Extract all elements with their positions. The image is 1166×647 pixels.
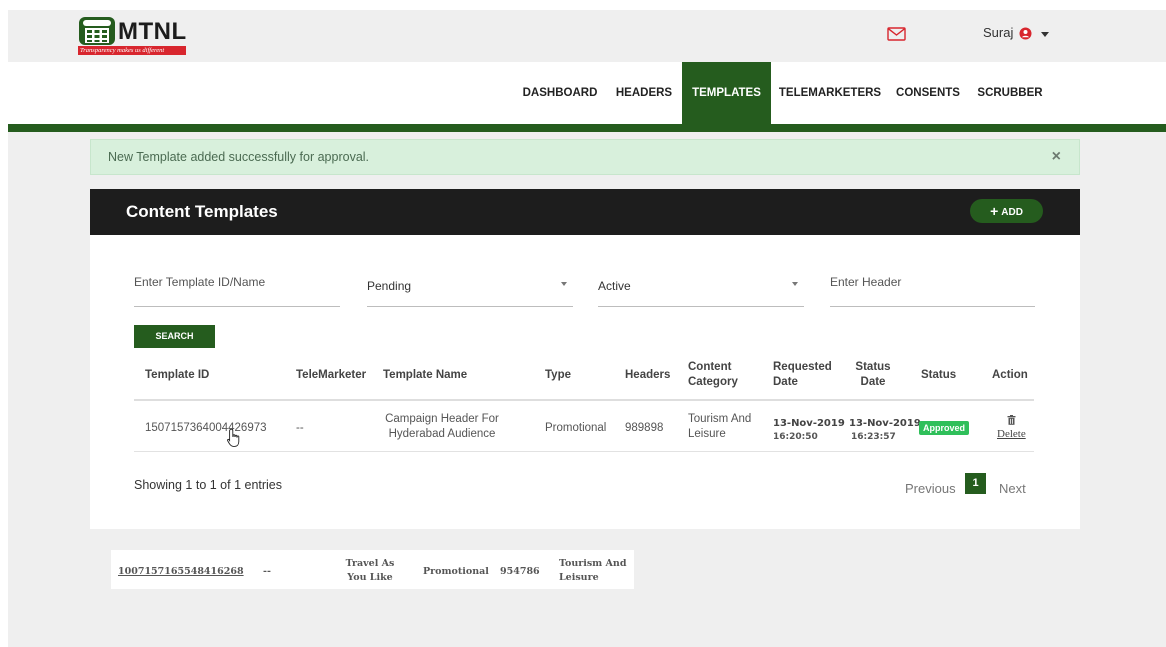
chevron-down-icon <box>792 282 798 286</box>
nav-dashboard[interactable]: DASHBOARD <box>520 62 600 124</box>
chevron-down-icon <box>561 282 567 286</box>
nav-telemarketers[interactable]: TELEMARKETERS <box>778 62 882 124</box>
cell-status-date: 13-Nov-2019 <box>849 418 921 429</box>
card-header: Content Templates + ADD <box>90 189 1080 235</box>
next-page-button[interactable]: Next <box>999 481 1026 496</box>
stray-type: Promotional <box>423 566 489 577</box>
nav-headers[interactable]: HEADERS <box>612 62 676 124</box>
phone-logo-icon <box>79 17 115 45</box>
nav-scrubber[interactable]: SCRUBBER <box>974 62 1046 124</box>
mail-icon[interactable] <box>887 27 906 41</box>
col-status-date[interactable]: Status Date <box>845 360 901 390</box>
success-alert: New Template added successfully for appr… <box>90 139 1080 175</box>
page-title: Content Templates <box>126 202 278 221</box>
nav-divider <box>8 124 1166 132</box>
add-template-button[interactable]: + ADD <box>970 199 1043 223</box>
nav-templates[interactable]: TEMPLATES <box>682 62 771 124</box>
trash-icon[interactable] <box>1007 415 1016 425</box>
cell-status-time: 16:23:57 <box>851 432 896 442</box>
row-divider <box>134 451 1034 452</box>
delete-link[interactable]: Delete <box>997 428 1026 440</box>
close-icon[interactable]: × <box>1052 148 1061 166</box>
cell-type: Promotional <box>545 422 607 434</box>
stray-telemarketer: -- <box>263 566 271 577</box>
col-content-category[interactable]: Content Category <box>688 360 758 390</box>
table-header-divider <box>134 399 1034 401</box>
header-field[interactable]: Enter Header <box>830 273 1035 307</box>
mtnl-logo[interactable]: MTNL Transparency makes us different <box>78 16 188 56</box>
brand-tagline: Transparency makes us different <box>78 46 186 55</box>
templates-card: Enter Template ID/Name Pending Active En… <box>90 235 1080 529</box>
active-selected-value: Active <box>598 279 631 293</box>
stray-template-name: Travel As You Like <box>345 558 395 583</box>
main-nav: DASHBOARD HEADERS TEMPLATES TELEMARKETER… <box>8 62 1166 124</box>
stray-table-row: 1007157165548416268 -- Travel As You Lik… <box>111 550 634 589</box>
hand-cursor-icon <box>227 428 240 447</box>
cell-template-name: Campaign Header For Hyderabad Audience <box>385 413 499 440</box>
active-select[interactable]: Active <box>598 273 804 307</box>
col-requested-date[interactable]: Requested Date <box>773 360 837 390</box>
col-status[interactable]: Status <box>921 368 956 383</box>
search-button[interactable]: SEARCH <box>134 325 215 348</box>
previous-page-button[interactable]: Previous <box>905 481 956 496</box>
template-id-field[interactable]: Enter Template ID/Name <box>134 273 340 307</box>
user-name[interactable]: Suraj <box>983 25 1013 40</box>
col-template-name[interactable]: Template Name <box>383 368 467 383</box>
cell-content-category: Tourism And Leisure <box>688 413 752 440</box>
page-1-button[interactable]: 1 <box>965 473 986 494</box>
entries-info: Showing 1 to 1 of 1 entries <box>134 478 283 492</box>
app-window: MTNL Transparency makes us different Sur… <box>8 10 1166 647</box>
cell-telemarketer: -- <box>296 422 304 434</box>
alert-message: New Template added successfully for appr… <box>108 150 370 164</box>
col-type[interactable]: Type <box>545 368 571 383</box>
brand-name: MTNL <box>118 18 187 45</box>
template-id-placeholder: Enter Template ID/Name <box>134 275 266 289</box>
stray-template-id[interactable]: 1007157165548416268 <box>118 565 244 579</box>
col-template-id[interactable]: Template ID <box>145 368 209 383</box>
chevron-down-icon[interactable] <box>1041 32 1049 37</box>
col-telemarketer[interactable]: TeleMarketer <box>296 368 366 383</box>
cell-requested-date: 13-Nov-2019 <box>773 418 845 429</box>
plus-icon: + <box>990 203 999 219</box>
header-placeholder: Enter Header <box>830 275 902 289</box>
stray-headers: 954786 <box>500 566 540 577</box>
top-bar: MTNL Transparency makes us different Sur… <box>8 10 1166 62</box>
nav-consents[interactable]: CONSENTS <box>892 62 964 124</box>
status-select[interactable]: Pending <box>367 273 573 307</box>
stray-content-category: Tourism And Leisure <box>559 558 627 583</box>
col-headers[interactable]: Headers <box>625 368 670 383</box>
status-badge: Approved <box>919 421 969 435</box>
cell-headers: 989898 <box>625 422 664 434</box>
cell-requested-time: 16:20:50 <box>773 432 818 442</box>
add-button-label: ADD <box>1001 207 1023 218</box>
user-circle-icon[interactable] <box>1019 27 1032 40</box>
cell-template-id[interactable]: 1507157364004426973 <box>145 421 267 436</box>
status-selected-value: Pending <box>367 279 412 293</box>
col-action: Action <box>992 369 1028 381</box>
